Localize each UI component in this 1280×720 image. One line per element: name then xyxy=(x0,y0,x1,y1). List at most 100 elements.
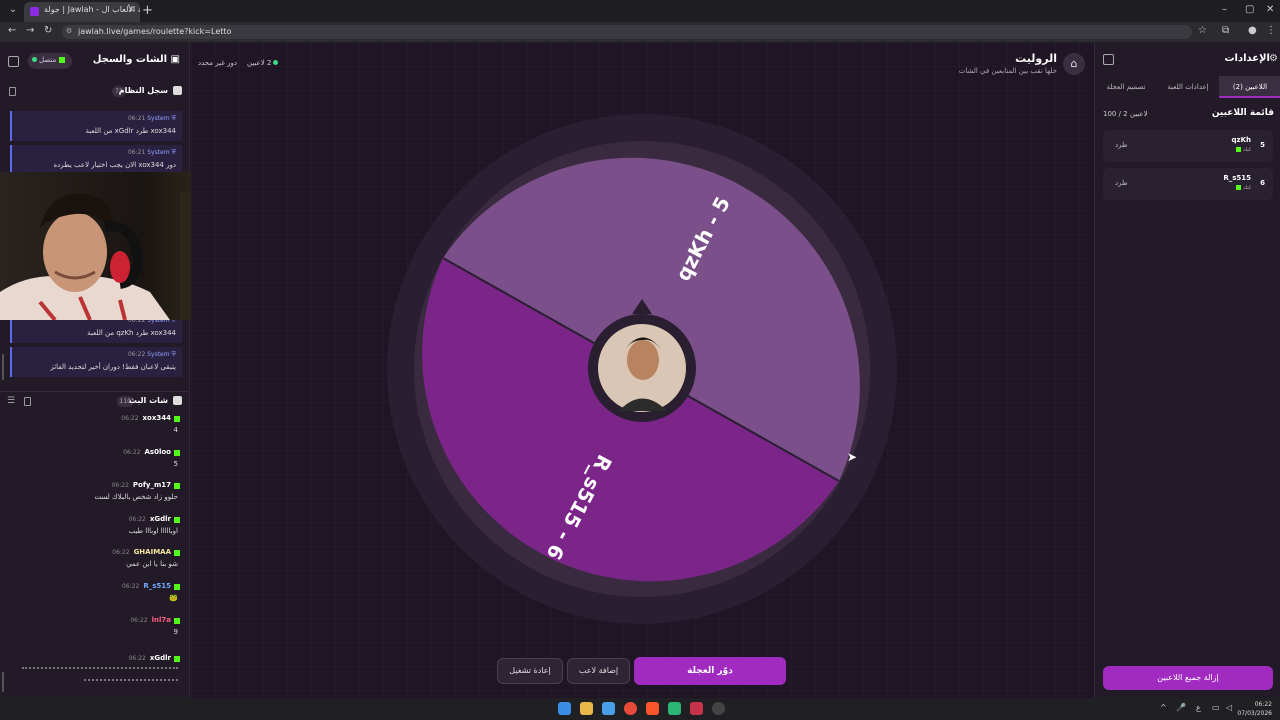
volume-icon[interactable]: ◁ xyxy=(1226,703,1232,712)
chat-username[interactable]: lnl7a xyxy=(152,616,171,624)
app-icon[interactable] xyxy=(668,702,681,715)
trash-icon[interactable] xyxy=(9,87,16,96)
chat-message: 06:22 xox344 4 xyxy=(0,414,190,444)
clock-date: 07/03/2026 xyxy=(1237,710,1272,717)
kick-badge-icon xyxy=(174,549,180,556)
app-icon[interactable] xyxy=(690,702,703,715)
tab-title: جولة | Jawlah - منصة الألعاب ال xyxy=(44,5,140,14)
remove-all-players-button[interactable]: إزالة جميع اللاعبين xyxy=(1103,666,1273,690)
maximize-icon[interactable]: ▢ xyxy=(1245,4,1254,15)
chat-username[interactable]: R_s515 xyxy=(143,582,171,590)
message-time: 06:22 xyxy=(128,516,146,523)
url-field[interactable]: ⚙ jawlah.live/games/roulette?kick=Letto xyxy=(62,25,1192,39)
kick-badge-icon xyxy=(1236,185,1242,190)
filter-icon[interactable]: ☰ xyxy=(7,396,15,406)
kick-badge-icon xyxy=(174,482,180,489)
live-chat-header[interactable]: ☰ 110 شات البث xyxy=(0,391,190,411)
taskbar: ^ 🎤 ع ▭ ◁ 06:22 07/03/2026 xyxy=(0,698,1280,720)
chat-text: شو بنا يا ابن عمي xyxy=(126,560,178,568)
player-number: 6 xyxy=(1260,179,1265,187)
forward-icon[interactable]: → xyxy=(26,25,34,36)
store-icon[interactable] xyxy=(602,702,615,715)
system-clock[interactable]: 06:22 07/03/2026 xyxy=(1237,700,1272,718)
chat-username[interactable]: xGdlr xyxy=(150,515,171,523)
player-card: 6 R_s515 كيك طرد xyxy=(1103,168,1273,200)
status-dot-icon xyxy=(32,57,37,62)
chat-username[interactable]: xGdlr xyxy=(150,654,171,662)
browser-menu-icon[interactable]: ⋮ xyxy=(1266,25,1276,36)
microphone-icon[interactable]: 🎤 xyxy=(1176,703,1186,712)
back-icon[interactable]: ← xyxy=(8,25,16,36)
message-sender: System xyxy=(147,115,170,122)
chat-emote-row xyxy=(84,679,178,682)
app-icon[interactable] xyxy=(712,702,725,715)
browser-tab[interactable]: جولة | Jawlah - منصة الألعاب ال ✕ xyxy=(24,2,140,22)
kick-badge-icon xyxy=(174,415,180,422)
chat-text: حلوو زاد شخص بالبلاك لست xyxy=(94,493,178,501)
collapse-panel-icon[interactable] xyxy=(1103,54,1114,65)
settings-title: الإعدادات xyxy=(1224,53,1270,64)
avatar-face xyxy=(627,340,659,380)
player-platform: كيك xyxy=(1233,147,1251,153)
add-player-button[interactable]: إضافة لاعب xyxy=(567,658,630,684)
kick-badge-icon xyxy=(174,583,180,590)
minimize-icon[interactable]: – xyxy=(1222,4,1227,15)
chat-emote: 🐸 xyxy=(169,594,178,602)
chat-panel-icon: ▣ xyxy=(170,54,180,65)
message-text: دور xox344 الان يجب اختيار لاعب يطرده xyxy=(53,161,176,169)
extensions-icon[interactable]: ⧉ xyxy=(1222,25,1229,36)
trash-icon[interactable] xyxy=(24,397,31,406)
new-tab-icon[interactable]: + xyxy=(142,3,153,18)
tab-wheel-design[interactable]: تصميم العجلة xyxy=(1095,76,1157,98)
log-scrollbar[interactable] xyxy=(2,354,4,380)
kick-badge-icon xyxy=(174,449,180,456)
gear-icon: ⚙ xyxy=(1269,53,1278,64)
system-log-header[interactable]: 73 سجل النظام xyxy=(0,82,190,102)
chat-emote-row xyxy=(22,667,178,670)
close-window-icon[interactable]: ✕ xyxy=(1266,4,1274,15)
chat-scrollbar[interactable] xyxy=(2,672,4,692)
home-icon[interactable]: ⌂ xyxy=(1063,53,1085,75)
chat-message: 06:22 R_s515 🐸 xyxy=(0,582,190,612)
players-count-badge: 2 لاعبين xyxy=(247,59,279,67)
chat-text: 4 xyxy=(173,426,178,434)
site-info-icon[interactable]: ⚙ xyxy=(66,27,72,35)
kick-badge-icon xyxy=(174,655,180,662)
brave-icon[interactable] xyxy=(646,702,659,715)
chat-icon xyxy=(173,396,182,405)
chrome-icon[interactable] xyxy=(624,702,637,715)
message-sender: System xyxy=(147,351,170,358)
profile-avatar-icon[interactable]: ● xyxy=(1248,25,1257,36)
browser-tab-strip: ⌄ جولة | Jawlah - منصة الألعاب ال ✕ + – … xyxy=(0,0,1280,22)
message-time: 06:22 xyxy=(122,583,140,590)
start-icon[interactable] xyxy=(558,702,571,715)
jawlah-favicon-icon xyxy=(30,7,39,16)
network-icon[interactable]: ▭ xyxy=(1212,703,1220,712)
chat-text: اوبااااا اوبااا طيب xyxy=(128,527,179,535)
chat-username[interactable]: xox344 xyxy=(143,414,171,422)
bookmark-star-icon[interactable]: ☆ xyxy=(1198,25,1207,36)
roulette-wheel[interactable]: qzKh - 5 R_s515 - 6 xyxy=(387,114,897,624)
chat-username[interactable]: Pofy_m17 xyxy=(133,481,171,489)
kick-badge-icon xyxy=(1236,147,1242,152)
tab-list-icon[interactable]: ⌄ xyxy=(6,4,20,18)
reload-icon[interactable]: ↻ xyxy=(44,25,52,36)
spin-wheel-button[interactable]: دوّر العجلة xyxy=(634,657,786,685)
chat-panel-title: الشات والسجل ▣ xyxy=(93,54,180,65)
tab-game-settings[interactable]: إعدادات اللعبة xyxy=(1157,76,1219,98)
kick-player-button[interactable]: طرد xyxy=(1115,141,1128,149)
chat-message: 06:22 lnl7a 9 xyxy=(0,616,190,646)
file-explorer-icon[interactable] xyxy=(580,702,593,715)
restart-button[interactable]: إعادة تشغيل xyxy=(497,658,563,684)
kick-player-button[interactable]: طرد xyxy=(1115,179,1128,187)
tab-players[interactable]: اللاعبين (2) xyxy=(1219,76,1280,98)
chat-username[interactable]: As0loo xyxy=(145,448,171,456)
tray-chevron-icon[interactable]: ^ xyxy=(1160,703,1167,712)
close-tab-icon[interactable]: ✕ xyxy=(127,5,135,15)
chat-username[interactable]: GHAIMAA xyxy=(134,548,171,556)
collapse-panel-icon[interactable] xyxy=(8,56,19,67)
message-sender: System xyxy=(147,149,170,156)
input-language[interactable]: ع xyxy=(1196,703,1201,712)
chat-message: 06:22 xGdlr اوبااااا اوبااا طيب xyxy=(0,515,190,545)
system-message: 06:22 System ⛨ يتبقى لاعبان فقط! دوران أ… xyxy=(10,347,182,377)
